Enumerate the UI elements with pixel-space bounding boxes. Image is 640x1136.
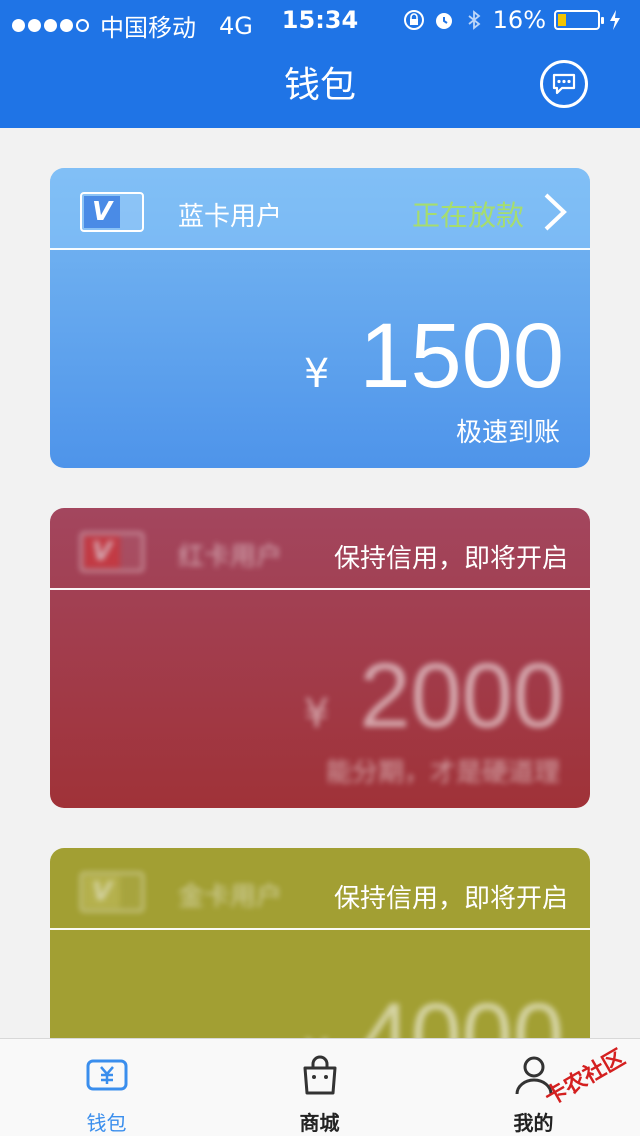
card-type-label: 红卡用户 (178, 542, 283, 572)
blue-card[interactable]: V 蓝卡用户 正在放款 ¥ 1500 极速到账 (50, 168, 590, 468)
header: 中国移动 4G 15:34 16% 钱包 (0, 0, 640, 128)
card-header: V 金卡用户 保持信用，即将开启 (50, 848, 590, 930)
chevron-right-icon[interactable] (542, 192, 568, 232)
battery-icon (554, 10, 604, 30)
tab-label: 商城 (299, 1111, 340, 1135)
status-bar: 中国移动 4G 15:34 16% (0, 0, 640, 42)
red-card[interactable]: V 红卡用户 保持信用，即将开启 ¥ 2000 能分期，才是硬道理 (50, 508, 590, 808)
currency-symbol: ¥ (303, 691, 330, 737)
charging-bolt-icon (610, 10, 620, 30)
bluetooth-icon (468, 10, 481, 30)
card-notice: 保持信用，即将开启 (333, 544, 568, 574)
wallet-icon (86, 1059, 128, 1091)
card-logo-icon: V (80, 872, 144, 912)
card-type-label: 蓝卡用户 (178, 202, 283, 232)
card-amount: 2000 (359, 645, 564, 747)
card-subtitle: 能分期，才是硬道理 (325, 758, 560, 788)
card-amount-row: ¥ 1500 (304, 304, 564, 409)
card-amount: 1500 (359, 305, 564, 407)
card-header: V 蓝卡用户 正在放款 (50, 168, 590, 250)
card-amount-row: ¥ 2000 (304, 644, 564, 749)
tab-label: 钱包 (86, 1111, 127, 1135)
card-status: 正在放款 (411, 199, 524, 232)
card-logo-icon: V (80, 532, 144, 572)
card-subtitle: 极速到账 (455, 418, 560, 448)
currency-symbol: ¥ (303, 351, 330, 397)
tab-mall[interactable]: 商城 (213, 1039, 426, 1136)
card-logo-icon: V (80, 192, 144, 232)
chat-bubble-icon (552, 73, 576, 95)
card-notice: 保持信用，即将开启 (333, 884, 568, 914)
tab-wallet[interactable]: 钱包 (0, 1039, 213, 1136)
chat-button[interactable] (540, 60, 588, 108)
card-header: V 红卡用户 保持信用，即将开启 (50, 508, 590, 590)
battery-percent: 16% (492, 6, 546, 34)
alarm-icon (435, 13, 452, 29)
shopping-bag-icon (303, 1055, 337, 1095)
status-right: 16% (403, 6, 630, 34)
card-type-label: 金卡用户 (178, 882, 283, 912)
tab-label: 我的 (513, 1111, 554, 1135)
rotation-lock-icon (403, 10, 424, 30)
